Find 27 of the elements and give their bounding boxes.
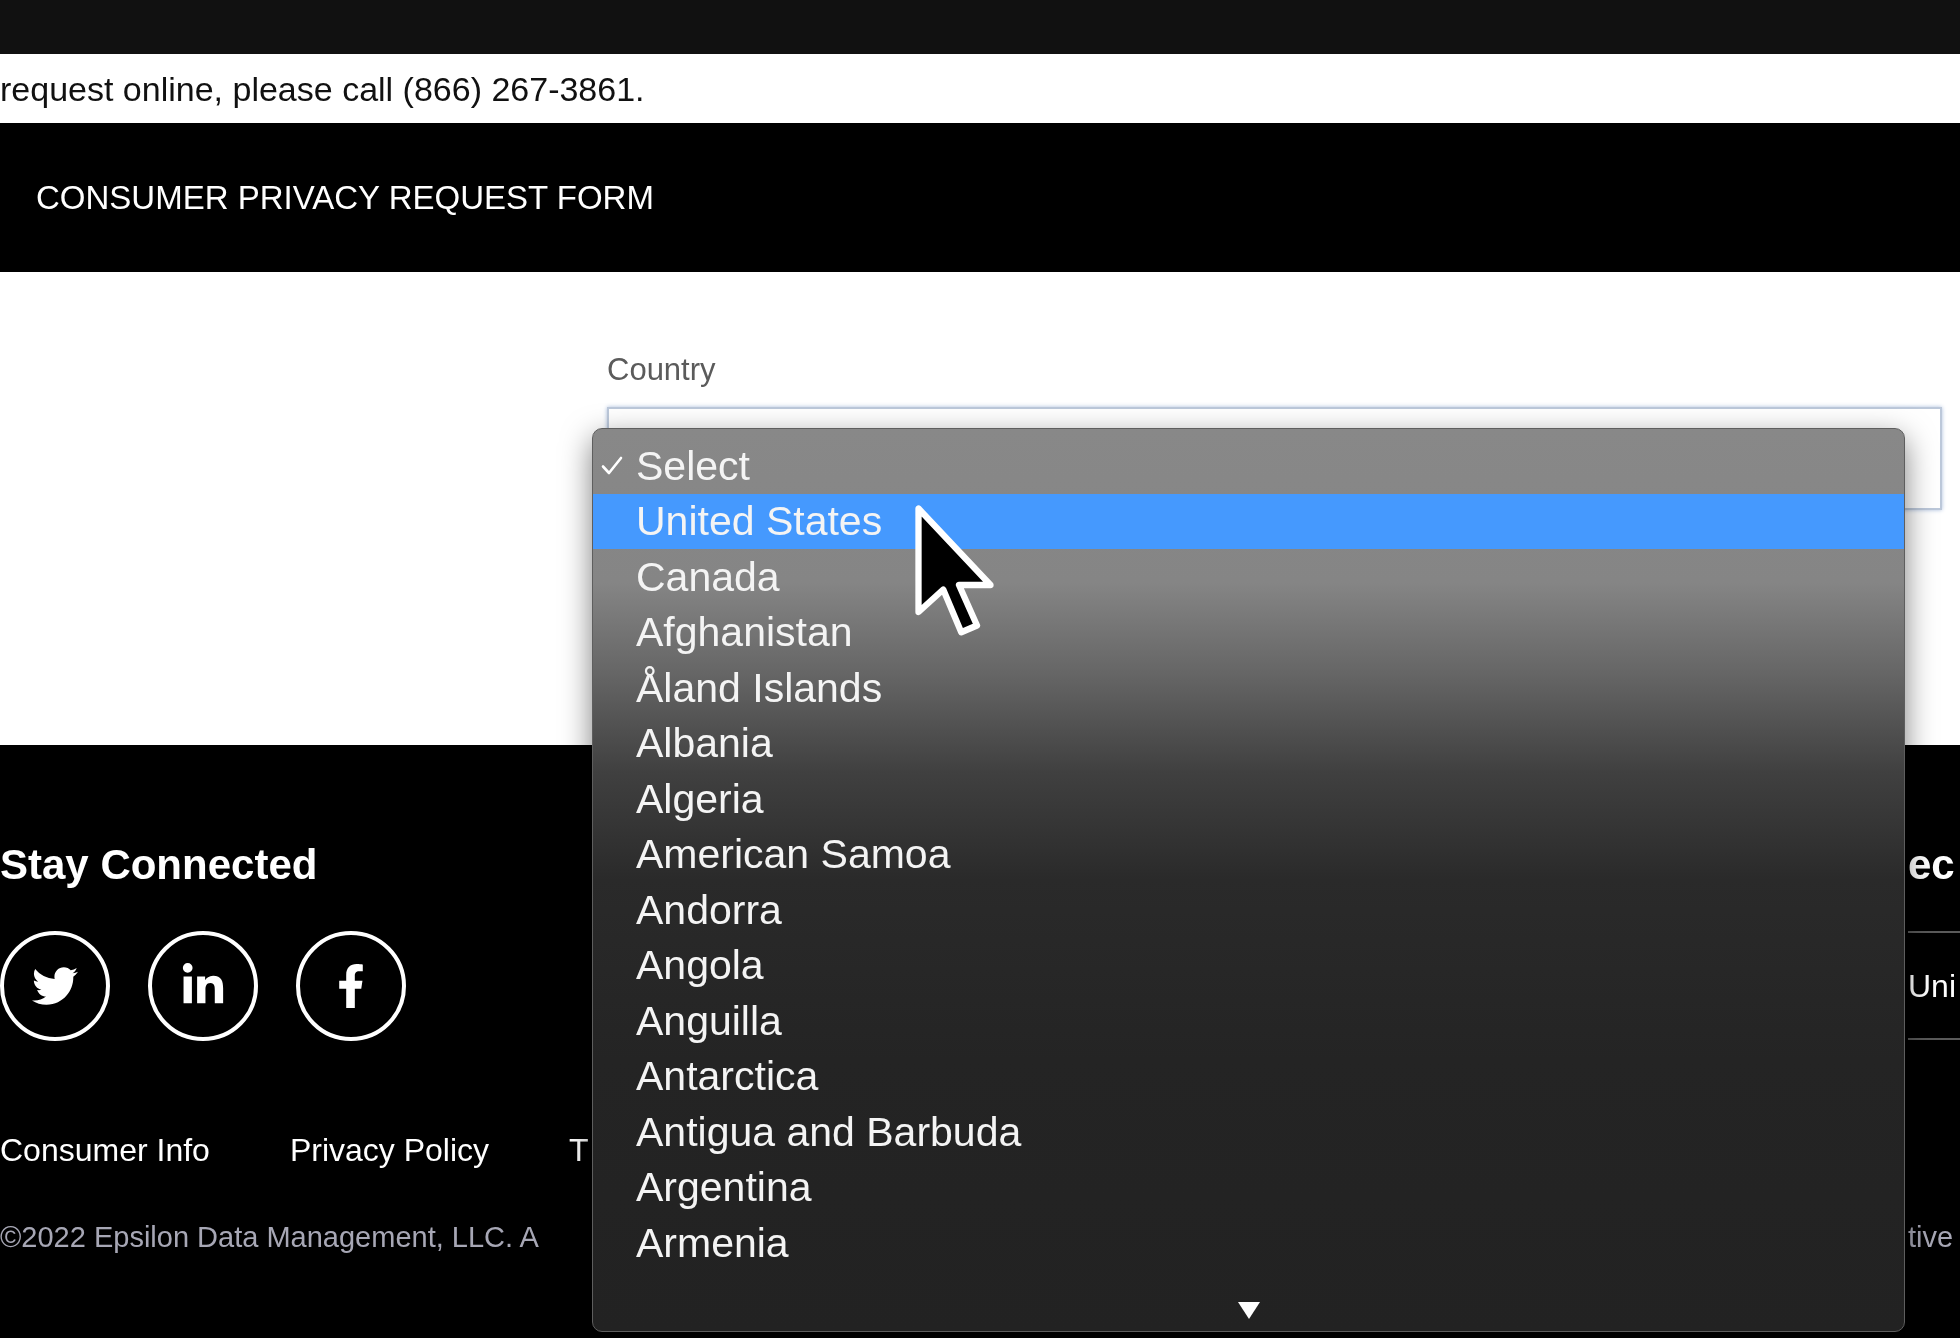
dropdown-option[interactable]: Antarctica (593, 1048, 1904, 1104)
copyright-text: tive (1908, 1220, 1954, 1254)
footer-link[interactable]: Privacy Policy (289, 1131, 490, 1169)
footer-link[interactable]: T (569, 1131, 589, 1169)
dropdown-option[interactable]: Albania (593, 715, 1904, 771)
footer-heading: ec (1908, 841, 1955, 889)
footer-link[interactable]: Consumer Info (0, 1131, 210, 1169)
dropdown-option[interactable]: Armenia (593, 1215, 1904, 1271)
dropdown-option[interactable]: Andorra (593, 882, 1904, 938)
copyright-text: ©2022 Epsilon Data Management, LLC. A (0, 1220, 539, 1254)
down-triangle-icon[interactable] (1237, 1301, 1260, 1319)
intro-text: request online, please call (866) 267-3861. (0, 68, 645, 109)
bird-icon[interactable] (0, 931, 110, 1041)
in-logo-icon[interactable] (148, 931, 258, 1041)
dropdown-option[interactable]: American Samoa (593, 826, 1904, 882)
country-label: Country (607, 352, 716, 388)
dropdown-option[interactable]: Antigua and Barbuda (593, 1104, 1904, 1160)
dropdown-option[interactable]: Afghanistan (593, 604, 1904, 660)
f-logo-icon[interactable] (296, 931, 406, 1041)
dropdown-option[interactable]: Åland Islands (593, 660, 1904, 716)
dropdown-option[interactable]: Angola (593, 937, 1904, 993)
dropdown-option[interactable]: Algeria (593, 771, 1904, 827)
dropdown-option[interactable]: Anguilla (593, 993, 1904, 1049)
footer-link[interactable]: Uni (1908, 966, 1956, 1005)
banner-title: CONSUMER PRIVACY REQUEST FORM (36, 177, 654, 218)
dropdown-option[interactable]: Argentina (593, 1159, 1904, 1215)
footer-heading: Stay Connected (0, 841, 318, 889)
